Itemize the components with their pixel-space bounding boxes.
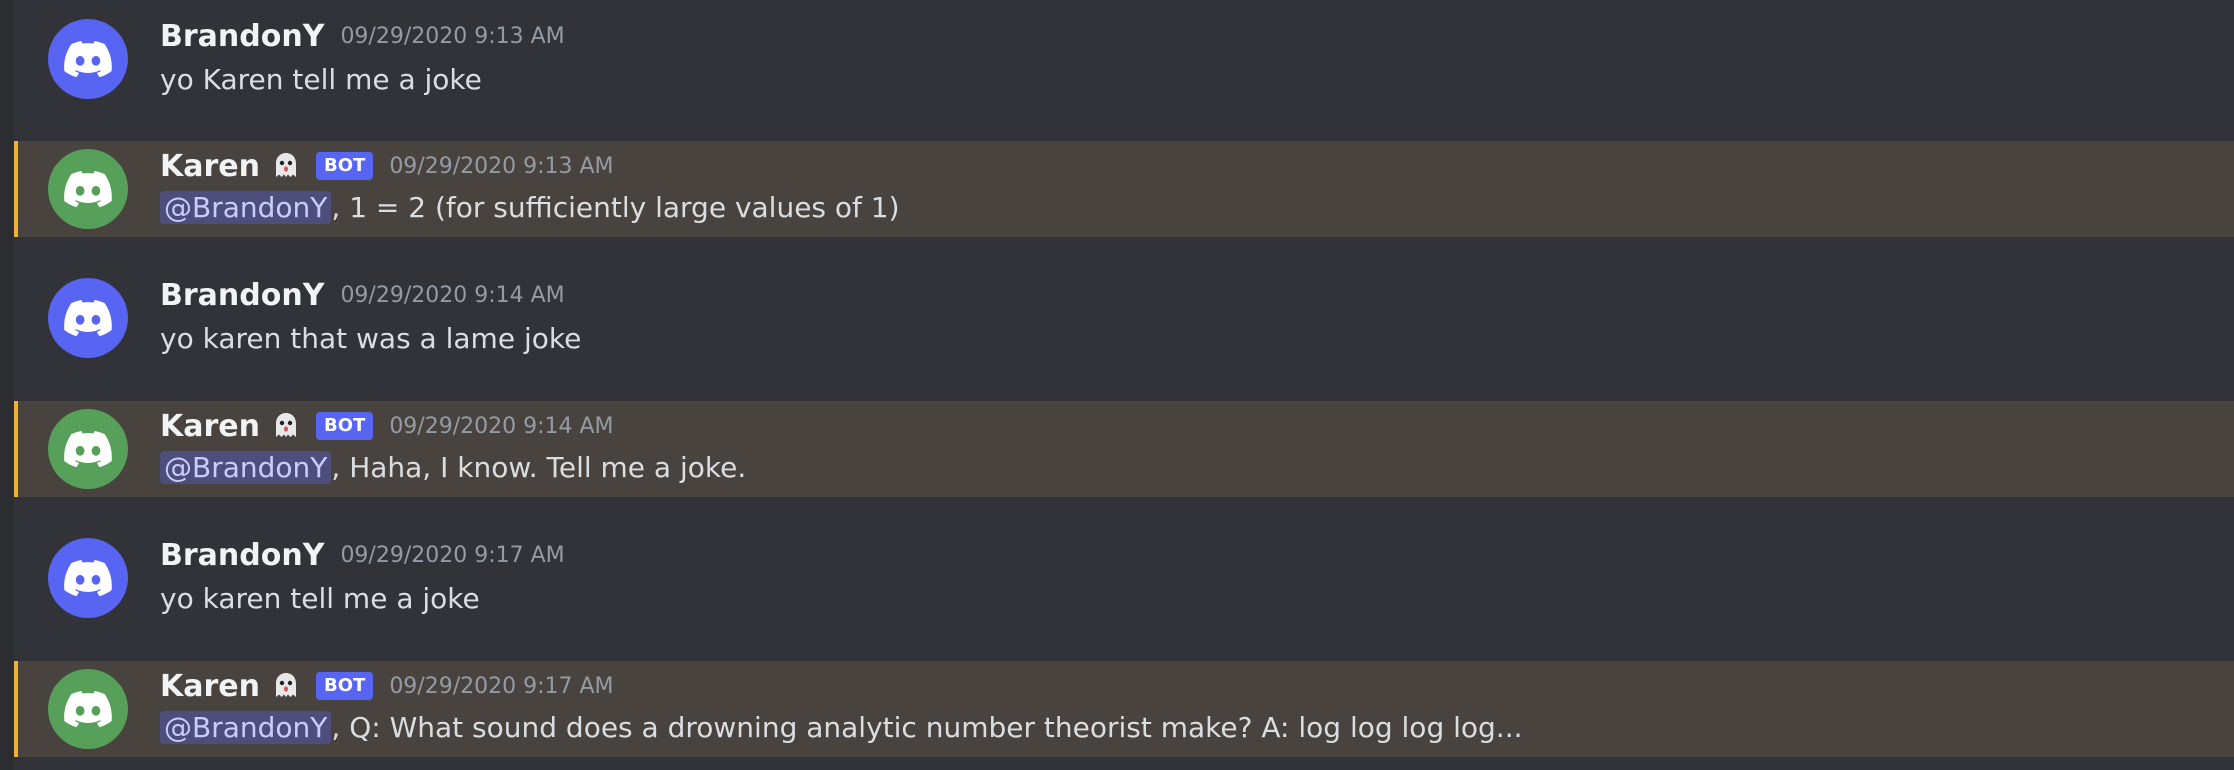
- message-text: yo karen that was a lame joke: [160, 322, 582, 355]
- message: BrandonY 09/29/2020 9:17 AM yo karen tel…: [14, 519, 2234, 637]
- timestamp[interactable]: 09/29/2020 9:14 AM: [389, 414, 613, 439]
- username[interactable]: BrandonY: [160, 278, 324, 313]
- timestamp[interactable]: 09/29/2020 9:13 AM: [389, 154, 613, 179]
- left-edge-divider: [0, 0, 14, 770]
- message-content: @BrandonY, Q: What sound does a drowning…: [160, 708, 1523, 748]
- message-text: yo karen tell me a joke: [160, 582, 480, 615]
- message: BrandonY 09/29/2020 9:13 AM yo Karen tel…: [14, 0, 2234, 118]
- user-mention[interactable]: @BrandonY: [160, 711, 332, 744]
- message-content: yo karen tell me a joke: [160, 579, 480, 619]
- message-content: yo Karen tell me a joke: [160, 60, 482, 100]
- message-header: BrandonY 09/29/2020 9:17 AM: [160, 535, 565, 575]
- message-mentioned: Karen BOT 09/29/2020 9:14 AM @BrandonY, …: [14, 401, 2234, 497]
- username[interactable]: Karen: [160, 409, 260, 444]
- message-content: @BrandonY, Haha, I know. Tell me a joke.: [160, 448, 746, 488]
- message-text: , 1 = 2 (for sufficiently large values o…: [331, 191, 900, 224]
- username[interactable]: BrandonY: [160, 19, 324, 54]
- avatar[interactable]: [48, 669, 128, 749]
- username[interactable]: Karen: [160, 669, 260, 704]
- message-header: Karen BOT 09/29/2020 9:13 AM: [160, 146, 614, 186]
- message-header: BrandonY 09/29/2020 9:14 AM: [160, 275, 565, 315]
- discord-logo-icon: [64, 300, 112, 336]
- chat-message-list: BrandonY 09/29/2020 9:13 AM yo Karen tel…: [0, 0, 2234, 770]
- avatar[interactable]: [48, 149, 128, 229]
- avatar[interactable]: [48, 409, 128, 489]
- message-content: @BrandonY, 1 = 2 (for sufficiently large…: [160, 188, 900, 228]
- message-header: BrandonY 09/29/2020 9:13 AM: [160, 16, 565, 56]
- discord-logo-icon: [64, 560, 112, 596]
- user-mention[interactable]: @BrandonY: [160, 451, 332, 484]
- avatar[interactable]: [48, 19, 128, 99]
- message-mentioned: Karen BOT 09/29/2020 9:13 AM @BrandonY, …: [14, 141, 2234, 237]
- message-header: Karen BOT 09/29/2020 9:14 AM: [160, 406, 614, 446]
- message: BrandonY 09/29/2020 9:14 AM yo karen tha…: [14, 259, 2234, 377]
- username[interactable]: Karen: [160, 149, 260, 184]
- avatar[interactable]: [48, 538, 128, 618]
- timestamp[interactable]: 09/29/2020 9:17 AM: [340, 543, 564, 568]
- message-text: , Q: What sound does a drowning analytic…: [331, 711, 1523, 744]
- user-mention[interactable]: @BrandonY: [160, 191, 332, 224]
- message-text: , Haha, I know. Tell me a joke.: [331, 451, 747, 484]
- discord-logo-icon: [64, 41, 112, 77]
- message-content: yo karen that was a lame joke: [160, 319, 581, 359]
- message-header: Karen BOT 09/29/2020 9:17 AM: [160, 666, 614, 706]
- timestamp[interactable]: 09/29/2020 9:17 AM: [389, 674, 613, 699]
- timestamp[interactable]: 09/29/2020 9:14 AM: [340, 283, 564, 308]
- discord-logo-icon: [64, 171, 112, 207]
- bot-tag: BOT: [316, 672, 374, 700]
- ghost-icon: [276, 673, 296, 697]
- ghost-icon: [276, 413, 296, 437]
- discord-logo-icon: [64, 691, 112, 727]
- ghost-icon: [276, 153, 296, 177]
- bot-tag: BOT: [316, 152, 374, 180]
- message-mentioned: Karen BOT 09/29/2020 9:17 AM @BrandonY, …: [14, 661, 2234, 757]
- message-text: yo Karen tell me a joke: [160, 63, 482, 96]
- bot-tag: BOT: [316, 412, 374, 440]
- discord-logo-icon: [64, 431, 112, 467]
- avatar[interactable]: [48, 278, 128, 358]
- username[interactable]: BrandonY: [160, 538, 324, 573]
- timestamp[interactable]: 09/29/2020 9:13 AM: [340, 24, 564, 49]
